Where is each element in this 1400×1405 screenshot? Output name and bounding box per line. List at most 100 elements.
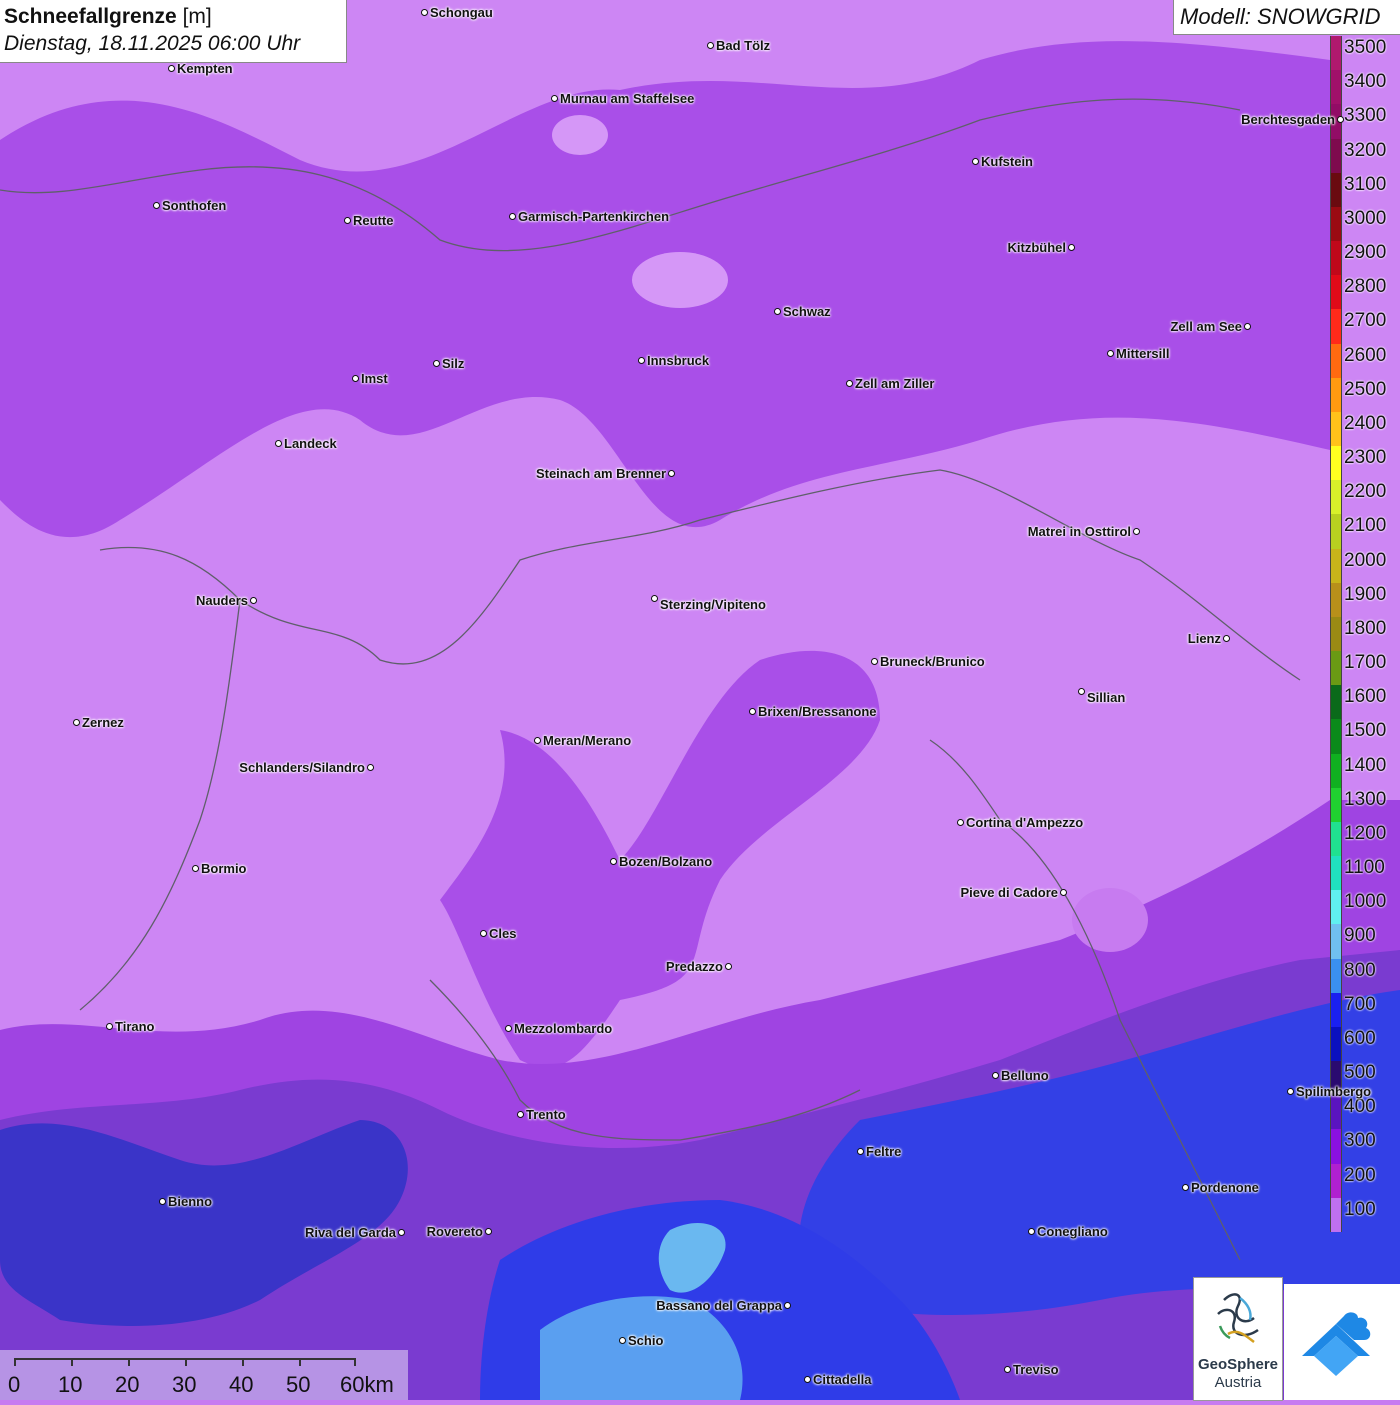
city-label: Conegliano: [1028, 1224, 1108, 1239]
city-label: Zernez: [73, 715, 124, 730]
city-name: Mittersill: [1116, 346, 1170, 361]
city-label: Meran/Merano: [534, 733, 631, 748]
city-marker-icon: [610, 858, 617, 865]
map-title-unit: [m]: [182, 5, 212, 28]
city-marker-icon: [421, 9, 428, 16]
city-label: Bormio: [192, 861, 247, 876]
scale-tick: [354, 1358, 356, 1366]
city-label: Sonthofen: [153, 198, 226, 213]
city-label: Bruneck/Brunico: [871, 654, 985, 669]
legend-label: 2600: [1344, 344, 1387, 366]
city-marker-icon: [725, 963, 732, 970]
city-marker-icon: [551, 95, 558, 102]
city-label: Imst: [352, 371, 388, 386]
legend-swatch: [1330, 241, 1342, 276]
city-name: Garmisch-Partenkirchen: [518, 209, 670, 224]
legend-swatch: [1330, 343, 1342, 379]
city-marker-icon: [534, 737, 541, 744]
city-label: Schongau: [421, 5, 493, 20]
city-name: Riva del Garda: [304, 1225, 396, 1240]
city-name: Schlanders/Silandro: [239, 760, 365, 775]
city-label: Zell am See: [1170, 319, 1251, 334]
scale-tick: [14, 1358, 16, 1366]
city-marker-icon: [480, 930, 487, 937]
map-title: Schneefallgrenze [m]: [4, 4, 342, 30]
legend-label: 3100: [1344, 173, 1387, 195]
city-name: Innsbruck: [647, 353, 710, 368]
legend-label: 1800: [1344, 617, 1387, 639]
scale-label-10: 10: [58, 1372, 83, 1397]
geosphere-logo[interactable]: GeoSphere Austria: [1194, 1278, 1282, 1400]
legend-label: 2700: [1344, 310, 1387, 332]
city-marker-icon: [804, 1376, 811, 1383]
city-name: Trento: [526, 1107, 566, 1122]
scale-bar: 0 10 20 30 40 50 60km: [0, 1350, 408, 1400]
legend-swatch: [1330, 992, 1342, 1028]
app-logo[interactable]: [1284, 1284, 1400, 1400]
legend-swatch: [1330, 685, 1342, 720]
scale-tick: [185, 1358, 187, 1366]
model-label: Modell: SNOWGRID: [1174, 0, 1400, 34]
city-label: Brixen/Bressanone: [749, 704, 877, 719]
legend-swatch: [1330, 582, 1342, 618]
city-name: Matrei in Osttirol: [1027, 524, 1131, 539]
legend-swatch: [1330, 309, 1342, 345]
city-marker-icon: [509, 213, 516, 220]
city-label: Bozen/Bolzano: [610, 854, 712, 869]
city-name: Sterzing/Vipiteno: [660, 597, 766, 612]
legend-swatch: [1330, 651, 1342, 686]
city-marker-icon: [1107, 350, 1114, 357]
legend-swatch: [1330, 616, 1342, 652]
legend-swatch: [1330, 36, 1342, 71]
city-marker-icon: [517, 1111, 524, 1118]
legend-label: 1100: [1344, 857, 1385, 879]
legend-swatch: [1330, 719, 1342, 755]
city-name: Murnau am Staffelsee: [560, 91, 695, 106]
city-name: Bormio: [201, 861, 247, 876]
geosphere-emblem-icon: [1217, 1293, 1259, 1343]
scale-label-60km: 60km: [340, 1372, 394, 1397]
legend-swatch: [1330, 924, 1342, 960]
city-name: Zell am See: [1170, 319, 1242, 334]
city-marker-icon: [957, 819, 964, 826]
city-name: Spilimbergo: [1296, 1084, 1372, 1099]
city-name: Landeck: [284, 436, 337, 451]
city-marker-icon: [992, 1072, 999, 1079]
city-label: Sterzing/Vipiteno: [651, 595, 766, 612]
map-datetime: Dienstag, 18.11.2025 06:00 Uhr: [4, 32, 301, 55]
legend-label: 400: [1344, 1096, 1376, 1118]
city-label: Trento: [517, 1107, 566, 1122]
city-label: Matrei in Osttirol: [1028, 524, 1140, 539]
city-name: Zell am Ziller: [855, 376, 935, 391]
legend-swatch: [1330, 548, 1342, 584]
legend-swatch: [1330, 753, 1342, 789]
legend-label: 1000: [1344, 891, 1387, 913]
city-label: Pieve di Cadore: [960, 885, 1067, 900]
legend-label: 1400: [1344, 754, 1387, 776]
legend-label: 2100: [1344, 515, 1387, 537]
legend-label: 1200: [1344, 822, 1387, 844]
city-name: Sillian: [1087, 690, 1126, 705]
city-label: Bassano del Grappa: [656, 1298, 791, 1313]
city-label: Steinach am Brenner: [536, 466, 675, 481]
legend-label: 800: [1344, 959, 1376, 981]
city-name: Steinach am Brenner: [535, 466, 666, 481]
city-marker-icon: [1287, 1088, 1294, 1095]
legend-label: 200: [1344, 1164, 1376, 1186]
city-label: Spilimbergo: [1287, 1084, 1371, 1099]
scale-tick: [299, 1358, 301, 1366]
city-marker-icon: [159, 1198, 166, 1205]
city-label: Schio: [619, 1333, 663, 1348]
legend-swatch: [1330, 446, 1342, 481]
city-label: Belluno: [992, 1068, 1049, 1083]
city-name: Rovereto: [426, 1224, 483, 1239]
city-marker-icon: [1223, 635, 1230, 642]
scale-label-30: 30: [172, 1372, 197, 1397]
city-name: Treviso: [1013, 1362, 1059, 1377]
legend-label: 2000: [1344, 549, 1387, 571]
city-marker-icon: [1004, 1366, 1011, 1373]
city-marker-icon: [1060, 889, 1067, 896]
city-marker-icon: [871, 658, 878, 665]
city-label: Schlanders/Silandro: [239, 760, 374, 775]
legend-swatch: [1330, 1197, 1342, 1233]
